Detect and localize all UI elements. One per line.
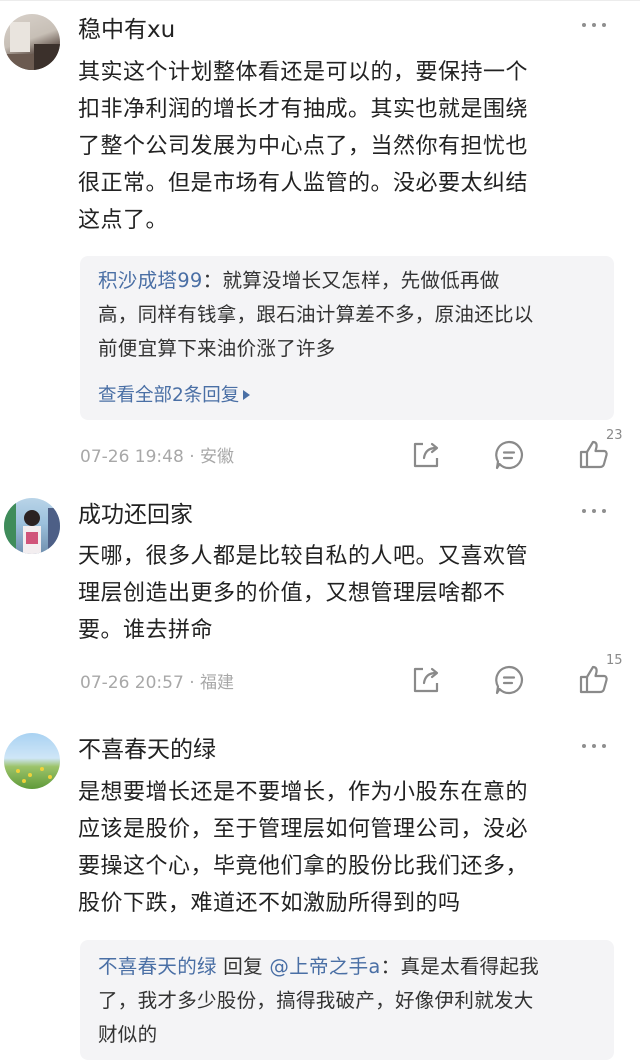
- top-divider: [0, 0, 640, 1]
- reply-author-link[interactable]: 积沙成塔99: [98, 269, 203, 292]
- reply-text: 积沙成塔99：就算没增长又怎样，先做低再做 高，同样有钱拿，跟石油计算差不多，原…: [98, 264, 598, 366]
- more-icon[interactable]: [580, 18, 608, 32]
- reply-box[interactable]: 不喜春天的绿 回复 @上帝之手a：真是太看得起我 了，我才多少股份，搞得我破产，…: [80, 940, 614, 1060]
- meta-dot: ·: [189, 447, 195, 467]
- like-count: 15: [606, 653, 623, 668]
- reply-line: 就算没增长又怎样，先做低再做: [222, 269, 500, 292]
- reply-text: 不喜春天的绿 回复 @上帝之手a：真是太看得起我 了，我才多少股份，搞得我破产，…: [98, 950, 598, 1052]
- thumbs-up-icon[interactable]: [577, 663, 611, 697]
- user-avatar-portrait-icon: [4, 22, 60, 70]
- reply-separator: ：: [202, 269, 223, 292]
- more-icon[interactable]: [580, 504, 608, 518]
- location: 安徽: [200, 447, 235, 467]
- comment-line: 应该是股价，至于管理层如何管理公司，没必: [78, 817, 529, 842]
- reply-line: 了，我才多少股份，搞得我破产，好像伊利就发大: [98, 989, 534, 1012]
- avatar[interactable]: [4, 498, 60, 554]
- share-icon[interactable]: [409, 438, 443, 472]
- username[interactable]: 成功还回家: [78, 500, 193, 530]
- triangle-right-icon: [243, 390, 251, 400]
- comment-line: 要操这个心，毕竟他们拿的股份比我们还多，: [78, 854, 529, 879]
- user-avatar-meadow-icon: [16, 767, 52, 783]
- comment-line: 扣非净利润的增长才有抽成。其实也就是围绕: [78, 97, 529, 122]
- comment-icon[interactable]: [492, 663, 526, 697]
- comment-line: 其实这个计划整体看还是可以的，要保持一个: [78, 60, 529, 85]
- share-icon[interactable]: [409, 663, 443, 697]
- comment-line: 了整个公司发展为中心点了，当然你有担忧也: [78, 134, 529, 159]
- like-count: 23: [606, 428, 623, 443]
- timestamp: 07-26 20:57: [80, 673, 184, 693]
- comment-text: 天哪，很多人都是比较自私的人吧。又喜欢管 理层创造出更多的价值，又想管理层啥都不…: [78, 538, 608, 649]
- comment-meta: 07-26 19:48 · 安徽: [80, 445, 234, 469]
- user-avatar-person-icon: [4, 498, 60, 554]
- comment-line: 要。谁去拼命: [78, 618, 214, 643]
- location: 福建: [200, 673, 235, 693]
- avatar[interactable]: [4, 733, 60, 789]
- reply-line: 前便宜算下来油价涨了许多: [98, 337, 336, 360]
- comment-text: 是想要增长还是不要增长，作为小股东在意的 应该是股价，至于管理层如何管理公司，没…: [78, 774, 608, 922]
- timestamp: 07-26 19:48: [80, 447, 184, 467]
- reply-line: 财似的: [98, 1023, 158, 1046]
- more-icon[interactable]: [580, 739, 608, 753]
- see-all-replies-link[interactable]: 查看全部2条回复: [98, 384, 251, 408]
- reply-line: 高，同样有钱拿，跟石油计算差不多，原油还比以: [98, 303, 534, 326]
- reply-verb: 回复: [216, 955, 270, 978]
- reply-author-link[interactable]: 不喜春天的绿: [98, 955, 217, 978]
- comment-text: 其实这个计划整体看还是可以的，要保持一个 扣非净利润的增长才有抽成。其实也就是围…: [78, 54, 608, 239]
- username[interactable]: 不喜春天的绿: [78, 735, 216, 765]
- avatar[interactable]: [4, 14, 60, 70]
- comment-icon[interactable]: [492, 438, 526, 472]
- comment-line: 天哪，很多人都是比较自私的人吧。又喜欢管: [78, 544, 529, 569]
- meta-dot: ·: [189, 673, 195, 693]
- comment-meta: 07-26 20:57 · 福建: [80, 671, 234, 695]
- comment-line: 这点了。: [78, 208, 169, 233]
- comment-line: 很正常。但是市场有人监管的。没必要太纠结: [78, 171, 529, 196]
- comment-line: 股价下跌，难道还不如激励所得到的吗: [78, 891, 461, 916]
- username[interactable]: 稳中有xu: [78, 15, 175, 45]
- comment-line: 是想要增长还是不要增长，作为小股东在意的: [78, 780, 529, 805]
- reply-mention-link[interactable]: @上帝之手a: [269, 955, 380, 978]
- thumbs-up-icon[interactable]: [577, 438, 611, 472]
- reply-separator: ：: [380, 955, 401, 978]
- see-all-label: 查看全部2条回复: [98, 385, 240, 406]
- comment-line: 理层创造出更多的价值，又想管理层啥都不: [78, 581, 506, 606]
- reply-line: 真是太看得起我: [400, 955, 540, 978]
- reply-box[interactable]: 积沙成塔99：就算没增长又怎样，先做低再做 高，同样有钱拿，跟石油计算差不多，原…: [80, 256, 614, 420]
